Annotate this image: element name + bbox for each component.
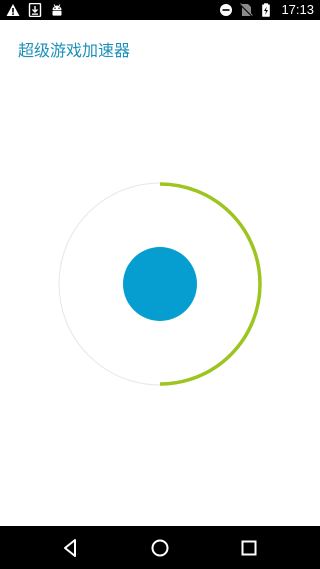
app-title: 超级游戏加速器 <box>18 41 131 60</box>
status-bar: 17:13 <box>0 0 320 20</box>
no-sim-icon <box>240 3 254 17</box>
notification-icons <box>6 2 64 18</box>
warning-icon <box>6 4 20 16</box>
navigation-bar <box>0 526 320 569</box>
recents-icon[interactable] <box>237 536 261 560</box>
accelerator-widget <box>58 182 262 386</box>
download-icon <box>28 3 42 17</box>
back-icon[interactable] <box>58 536 82 560</box>
accelerate-button[interactable] <box>123 247 197 321</box>
system-icons: 17:13 <box>219 2 314 18</box>
battery-charging-icon <box>262 3 271 17</box>
home-icon[interactable] <box>148 536 172 560</box>
android-icon <box>52 4 62 16</box>
do-not-disturb-icon <box>220 4 233 16</box>
clock: 17:13 <box>281 2 314 17</box>
